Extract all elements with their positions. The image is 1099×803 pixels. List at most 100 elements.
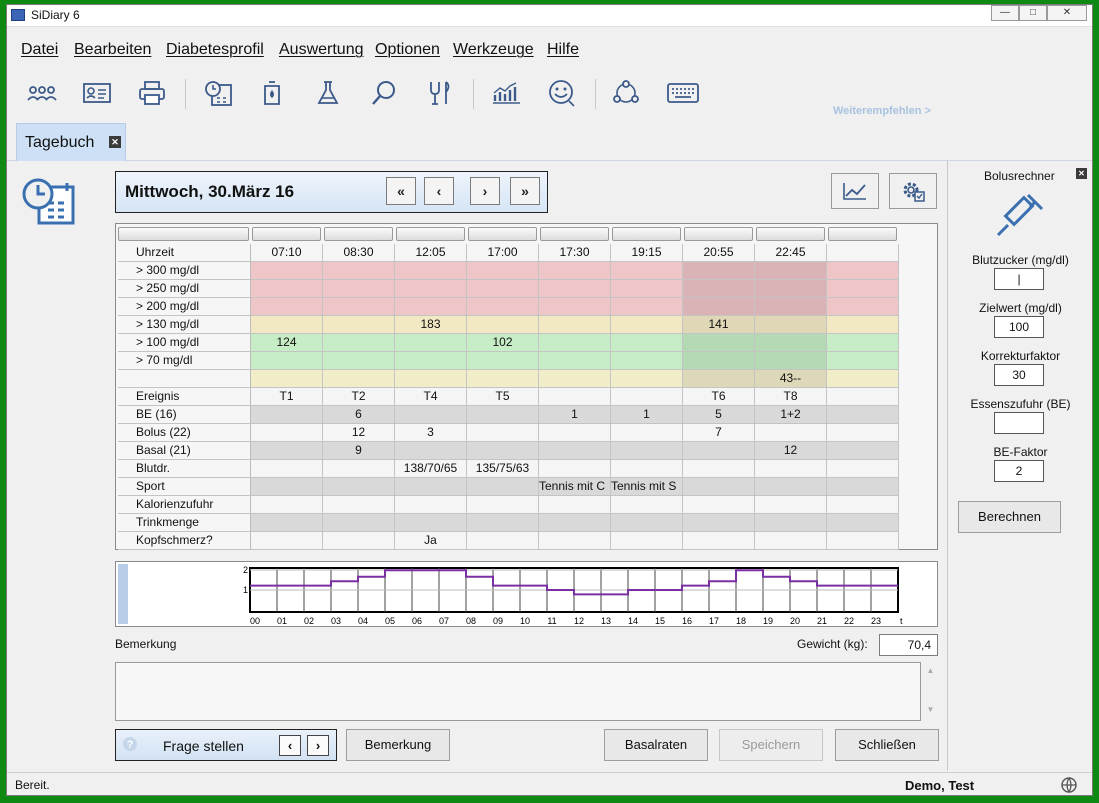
grid-cell[interactable] <box>323 460 395 478</box>
keyboard-icon[interactable] <box>663 75 703 111</box>
weight-field[interactable]: 70,4 <box>879 634 938 656</box>
grid-cell[interactable] <box>251 352 323 370</box>
grid-cell[interactable] <box>611 532 683 550</box>
grid-cell[interactable] <box>467 262 539 280</box>
grid-cell[interactable] <box>395 406 467 424</box>
column-header-button[interactable] <box>612 227 681 241</box>
grid-cell[interactable] <box>611 298 683 316</box>
grid-cell[interactable] <box>755 280 827 298</box>
grid-cell[interactable]: 141 <box>683 316 755 334</box>
grid-cell[interactable] <box>395 352 467 370</box>
grid-cell[interactable]: T5 <box>467 388 539 406</box>
grid-cell[interactable] <box>611 280 683 298</box>
grid-cell[interactable] <box>323 262 395 280</box>
grid-cell[interactable] <box>395 514 467 532</box>
minimize-button[interactable]: — <box>991 5 1019 21</box>
grid-cell[interactable] <box>827 334 899 352</box>
grid-cell[interactable]: 124 <box>251 334 323 352</box>
grid-cell[interactable] <box>251 406 323 424</box>
ask-next-button[interactable]: › <box>307 735 329 756</box>
grid-cell[interactable] <box>251 298 323 316</box>
grid-cell[interactable] <box>251 460 323 478</box>
grid-cell[interactable] <box>755 532 827 550</box>
remark-scrollbar[interactable]: ▲ ▼ <box>923 662 938 721</box>
grid-cell[interactable]: 12 <box>755 442 827 460</box>
grid-cell[interactable] <box>611 370 683 388</box>
menu-datei[interactable]: Datei <box>21 41 58 59</box>
grid-cell[interactable] <box>755 298 827 316</box>
time-cell[interactable]: 12:05 <box>395 244 467 262</box>
column-header-button[interactable] <box>252 227 321 241</box>
grid-cell[interactable] <box>827 532 899 550</box>
grid-cell[interactable] <box>467 406 539 424</box>
grid-cell[interactable] <box>683 460 755 478</box>
grid-cell[interactable] <box>539 460 611 478</box>
grid-cell[interactable] <box>323 316 395 334</box>
grid-cell[interactable] <box>755 424 827 442</box>
menu-diabetesprofil[interactable]: Diabetesprofil <box>166 41 264 59</box>
grid-cell[interactable] <box>683 442 755 460</box>
smiley-icon[interactable] <box>545 75 579 111</box>
grid-cell[interactable] <box>611 388 683 406</box>
grid-cell[interactable] <box>539 334 611 352</box>
grid-cell[interactable] <box>323 298 395 316</box>
grid-cell[interactable] <box>467 316 539 334</box>
menu-bearbeiten[interactable]: Bearbeiten <box>74 41 151 59</box>
grid-cell[interactable]: T8 <box>755 388 827 406</box>
column-header-button[interactable] <box>684 227 753 241</box>
grid-cell[interactable] <box>395 334 467 352</box>
menu-optionen[interactable]: Optionen <box>375 41 440 59</box>
fork-glass-icon[interactable] <box>423 75 457 111</box>
grid-cell[interactable] <box>755 334 827 352</box>
grid-cell[interactable] <box>755 496 827 514</box>
grid-cell[interactable]: 102 <box>467 334 539 352</box>
prev-day-button[interactable]: ‹ <box>424 177 454 205</box>
grid-cell[interactable] <box>251 442 323 460</box>
grid-cell[interactable]: 9 <box>323 442 395 460</box>
column-header-button[interactable] <box>468 227 537 241</box>
grid-cell[interactable] <box>539 262 611 280</box>
menu-werkzeuge[interactable]: Werkzeuge <box>453 41 534 59</box>
grid-cell[interactable] <box>611 334 683 352</box>
grid-cell[interactable]: T6 <box>683 388 755 406</box>
grid-cell[interactable]: 43-- <box>755 370 827 388</box>
next-day-button[interactable]: › <box>470 177 500 205</box>
target-field[interactable]: 100 <box>994 316 1044 338</box>
grid-cell[interactable] <box>539 496 611 514</box>
grid-cell[interactable] <box>683 478 755 496</box>
time-cell[interactable]: 20:55 <box>683 244 755 262</box>
grid-cell[interactable] <box>611 442 683 460</box>
grid-cell[interactable] <box>539 352 611 370</box>
basal-rates-button[interactable]: Basalraten <box>604 729 708 761</box>
column-header-button[interactable] <box>396 227 465 241</box>
column-header-button[interactable] <box>828 227 897 241</box>
time-cell[interactable]: 17:30 <box>539 244 611 262</box>
grid-cell[interactable] <box>323 280 395 298</box>
network-icon[interactable] <box>609 75 643 111</box>
grid-cell[interactable]: 5 <box>683 406 755 424</box>
grid-cell[interactable] <box>323 496 395 514</box>
time-cell[interactable]: 07:10 <box>251 244 323 262</box>
grid-cell[interactable] <box>251 262 323 280</box>
grid-cell[interactable] <box>467 514 539 532</box>
grid-cell[interactable] <box>827 262 899 280</box>
grid-cell[interactable] <box>323 532 395 550</box>
ask-question-label[interactable]: Frage stellen <box>163 738 244 754</box>
grid-cell[interactable] <box>395 280 467 298</box>
grid-cell[interactable] <box>755 460 827 478</box>
grid-cell[interactable] <box>827 478 899 496</box>
remark-textarea[interactable] <box>115 662 921 721</box>
grid-cell[interactable] <box>683 262 755 280</box>
grid-cell[interactable] <box>827 280 899 298</box>
maximize-button[interactable]: □ <box>1019 5 1047 21</box>
panel-close-icon[interactable]: ✕ <box>1076 168 1087 179</box>
grid-cell[interactable]: 7 <box>683 424 755 442</box>
grid-cell[interactable]: 1 <box>539 406 611 424</box>
grid-cell[interactable] <box>539 424 611 442</box>
grid-cell[interactable] <box>611 316 683 334</box>
time-cell[interactable] <box>827 244 899 262</box>
grid-cell[interactable] <box>827 496 899 514</box>
grid-cell[interactable] <box>539 316 611 334</box>
last-day-button[interactable]: » <box>510 177 540 205</box>
blood-sugar-field[interactable]: | <box>994 268 1044 290</box>
